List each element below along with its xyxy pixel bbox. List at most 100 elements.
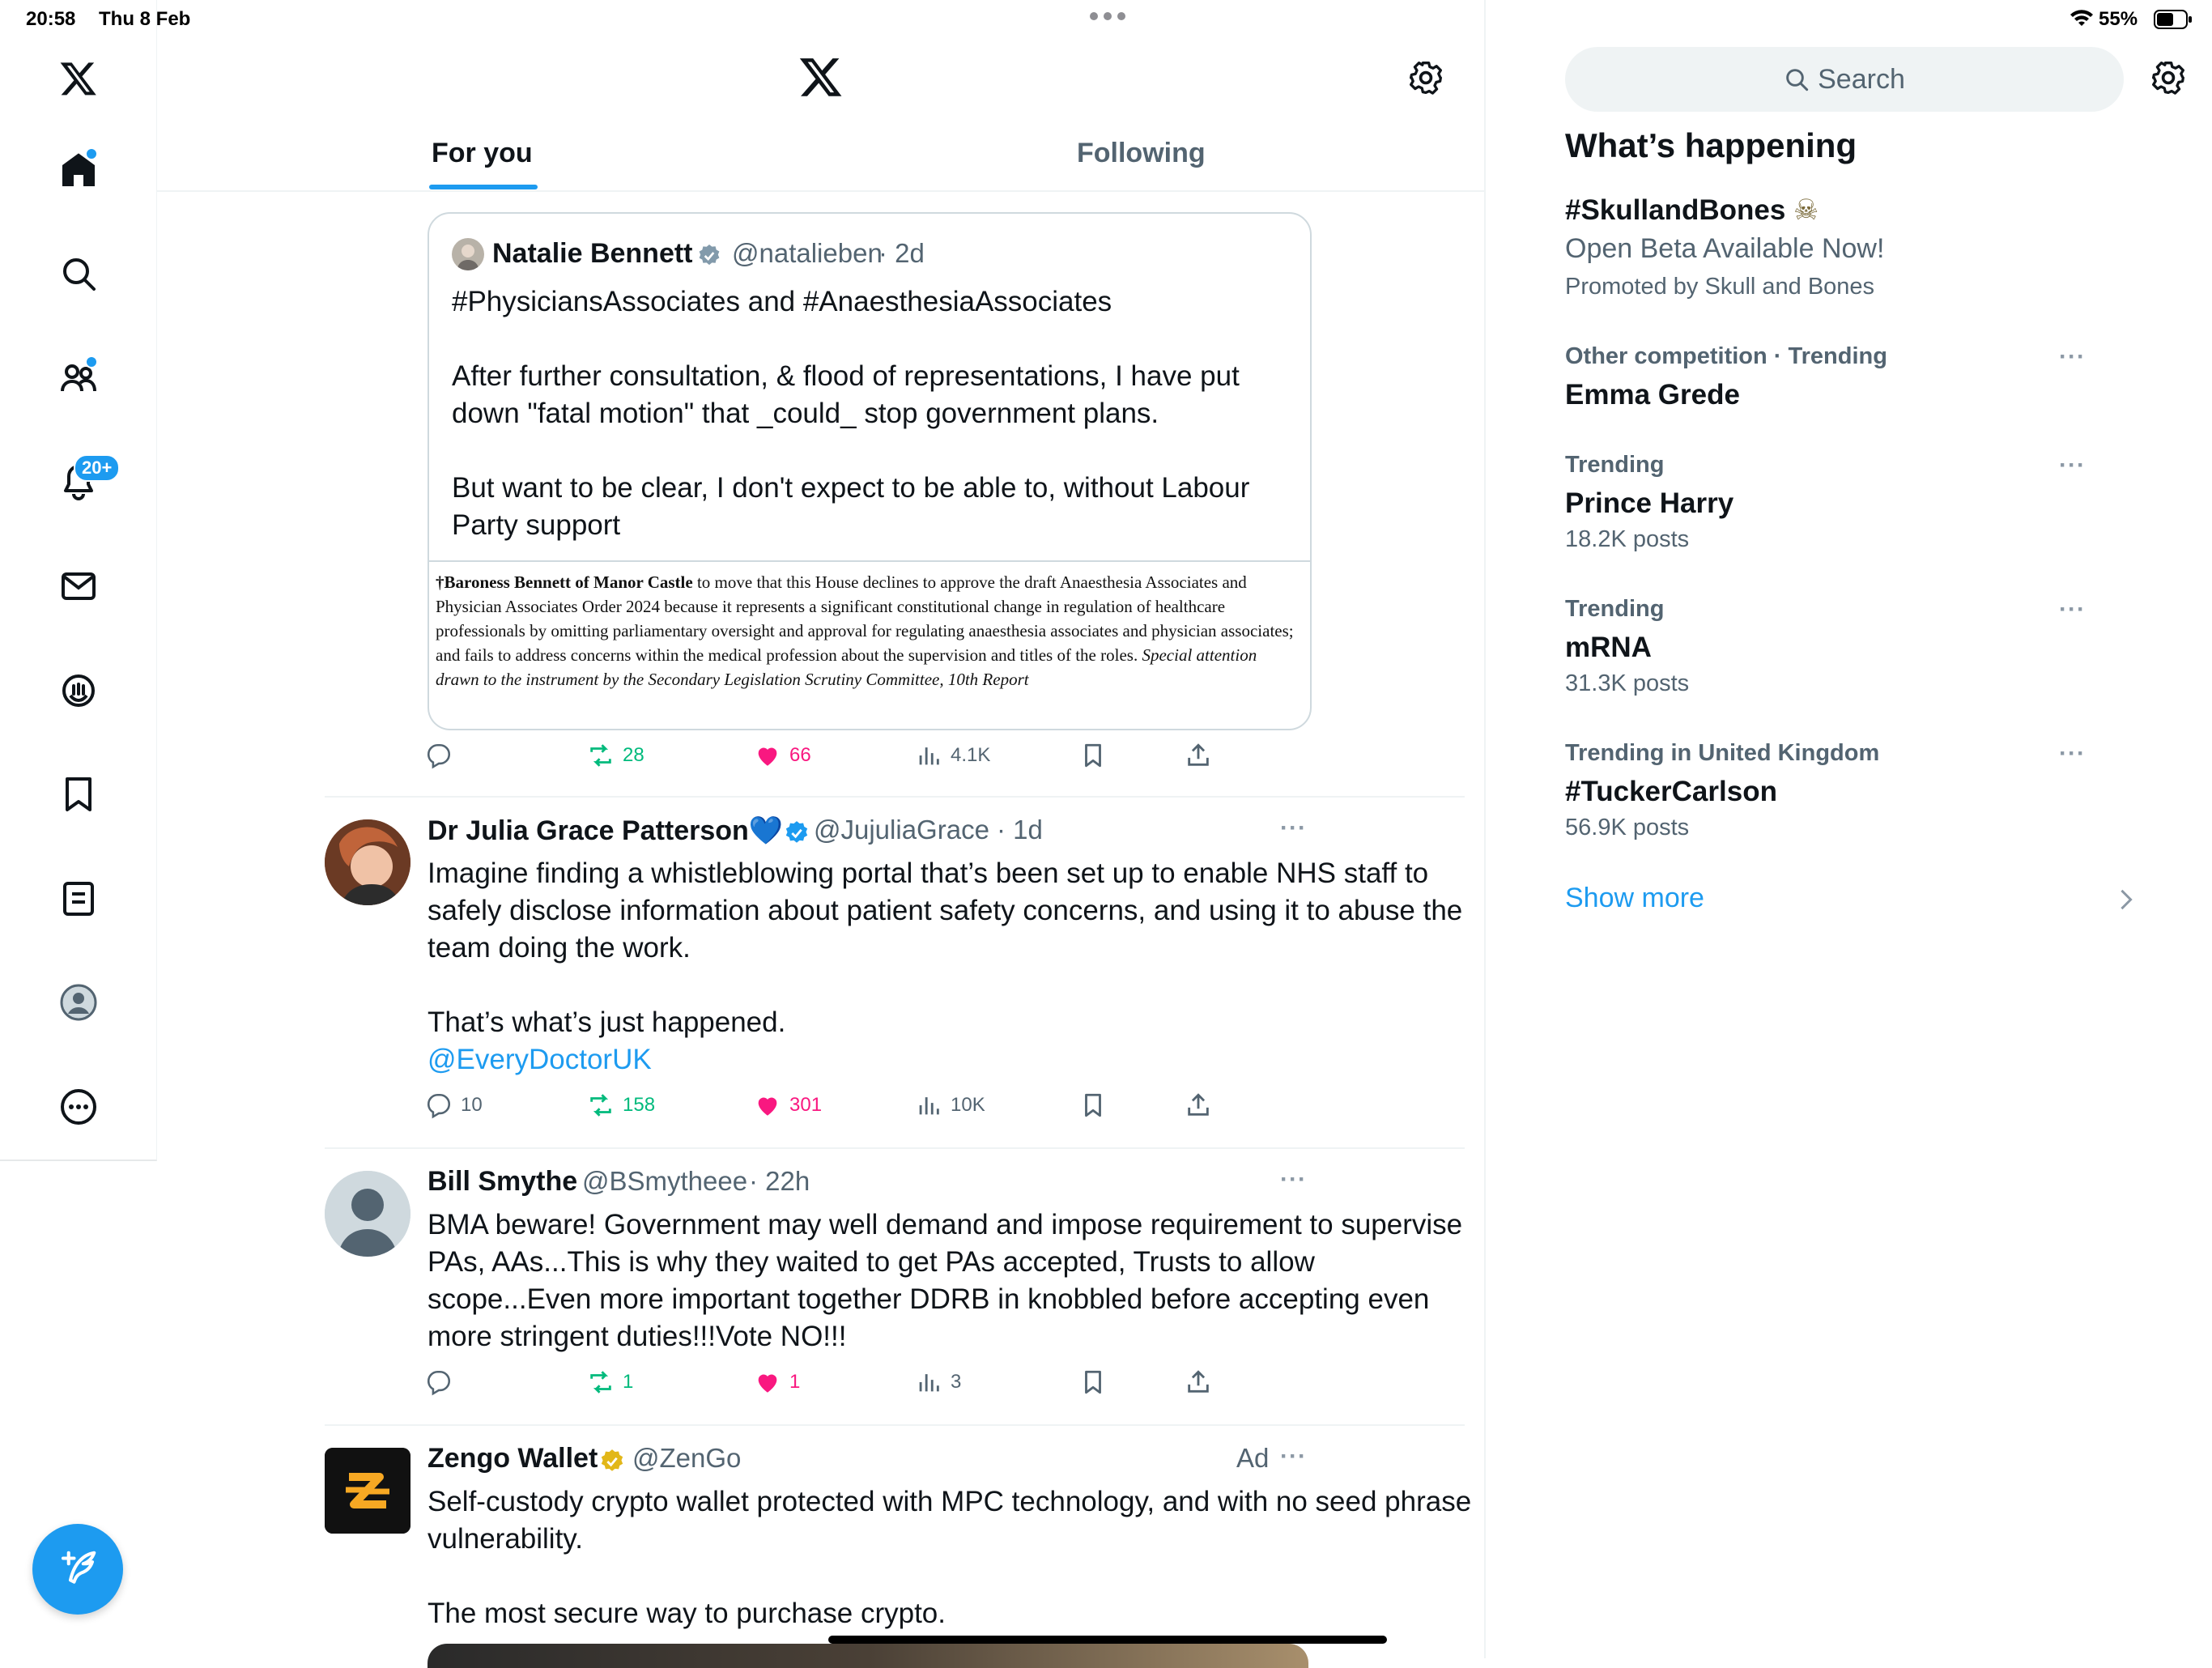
compose-post-button[interactable]	[32, 1524, 123, 1615]
lists-icon[interactable]	[54, 874, 103, 923]
tweet-divider	[325, 1147, 1465, 1149]
tweet-text: BMA beware! Government may well demand a…	[428, 1209, 1463, 1352]
skull-crossbones-icon: ☠	[1793, 194, 1819, 226]
ad-media-preview[interactable]	[428, 1644, 1308, 1668]
tweet-author-handle[interactable]: @JujuliaGrace	[814, 815, 989, 845]
verified-blue-icon	[783, 819, 810, 847]
reply-button[interactable]	[425, 742, 461, 769]
bookmark-button[interactable]	[1079, 742, 1115, 769]
like-button[interactable]: 66	[754, 742, 811, 769]
quoted-tweet-time[interactable]: · 2d	[878, 238, 925, 269]
natalie-bennett-avatar[interactable]	[452, 238, 484, 270]
views-button[interactable]: 4.1K	[915, 742, 990, 769]
reply-button[interactable]: 10	[425, 1091, 483, 1119]
tweet-author-handle[interactable]: @ZenGo	[632, 1443, 741, 1474]
tweet-author-name[interactable]: Bill Smythe	[428, 1166, 577, 1198]
repost-button[interactable]: 28	[587, 742, 644, 769]
notifications-badge: 20+	[74, 454, 121, 482]
like-button[interactable]: 301	[754, 1091, 822, 1119]
quoted-author-handle[interactable]: @natalieben	[732, 238, 883, 269]
views-chart-icon	[919, 1374, 939, 1392]
image-text-bold: †Baroness Bennett of Manor Castle	[436, 572, 693, 592]
share-button[interactable]	[1185, 1368, 1220, 1396]
profile-icon[interactable]	[54, 978, 103, 1027]
trend-more-options-icon[interactable]: ···	[2059, 452, 2086, 479]
heart-filled-icon	[758, 1097, 777, 1116]
explore-settings-icon[interactable]	[2150, 60, 2186, 96]
quoted-tweet-image[interactable]: †Baroness Bennett of Manor Castle to mov…	[436, 570, 1297, 691]
main-timeline: For you Following Natalie Bennett @natal…	[156, 0, 1486, 1668]
messages-icon[interactable]	[54, 562, 103, 611]
tweet-author-name[interactable]: Zengo Wallet	[428, 1443, 598, 1474]
bookmarks-icon[interactable]	[54, 770, 103, 819]
promoted-trend[interactable]: #SkullandBones ☠ Open Beta Available Now…	[1565, 194, 2132, 308]
repost-icon	[590, 1094, 611, 1117]
bookmark-icon	[1085, 1093, 1101, 1117]
quoted-author-name[interactable]: Natalie Bennett	[492, 238, 693, 270]
wifi-icon	[2069, 10, 2094, 28]
notifications-icon[interactable]: 20+	[54, 454, 121, 507]
promoted-subtitle: Open Beta Available Now!	[1565, 233, 1885, 264]
home-icon[interactable]	[54, 146, 103, 194]
views-button[interactable]: 3	[915, 1368, 961, 1396]
tweet-more-options-icon[interactable]: ···	[1280, 1443, 1307, 1470]
repost-icon	[590, 1371, 611, 1394]
tweet-more-options-icon[interactable]: ···	[1280, 815, 1307, 842]
trend-more-options-icon[interactable]: ···	[2059, 343, 2086, 371]
timeline-settings-icon[interactable]	[1408, 60, 1444, 96]
verified-gold-icon	[598, 1448, 626, 1475]
quoted-tweet-card[interactable]: Natalie Bennett @natalieben · 2d #Physic…	[428, 212, 1312, 730]
repost-button[interactable]: 1	[587, 1368, 633, 1396]
search-placeholder: Search	[1818, 63, 1905, 95]
ad-label: Ad	[1236, 1443, 1270, 1473]
share-icon	[1188, 743, 1209, 766]
bill-smythe-avatar[interactable]	[325, 1171, 410, 1257]
whats-happening-title: What’s happening	[1565, 126, 1857, 164]
tweet-author-handle[interactable]: @BSmytheee	[582, 1166, 747, 1197]
tweet-text: Imagine finding a whistleblowing portal …	[428, 857, 1463, 1038]
share-button[interactable]	[1185, 742, 1220, 769]
header-divider	[156, 190, 1484, 192]
trend-item[interactable]: Trending in United Kingdom #TuckerCarlso…	[1565, 740, 2132, 845]
search-input[interactable]: Search	[1565, 47, 2124, 112]
trend-item[interactable]: Other competition · Trending Emma Grede …	[1565, 343, 2132, 424]
x-logo-icon[interactable]	[54, 54, 103, 103]
tweet-text: Self-custody crypto wallet protected wit…	[428, 1486, 1472, 1629]
mention-link[interactable]: @EveryDoctorUK	[428, 1041, 652, 1079]
verified-gray-icon	[696, 243, 722, 269]
heart-filled-icon	[758, 1374, 777, 1393]
active-tab-indicator	[429, 185, 538, 189]
promoted-by-label: Promoted by Skull and Bones	[1565, 274, 1875, 300]
search-icon	[1786, 69, 1809, 91]
share-icon	[1188, 1093, 1209, 1116]
repost-button[interactable]: 158	[587, 1091, 655, 1119]
tweet-more-options-icon[interactable]: ···	[1280, 1166, 1307, 1194]
tab-following[interactable]: Following	[1077, 138, 1206, 169]
communities-icon[interactable]	[54, 354, 103, 402]
julia-patterson-avatar[interactable]	[325, 819, 410, 905]
share-button[interactable]	[1185, 1091, 1220, 1119]
search-icon[interactable]	[54, 249, 103, 298]
grok-icon[interactable]	[54, 666, 103, 715]
x-header-logo-icon[interactable]	[798, 54, 844, 100]
more-icon[interactable]	[54, 1083, 103, 1131]
reply-button[interactable]	[425, 1368, 461, 1396]
tweet-time[interactable]: · 22h	[749, 1166, 810, 1197]
trend-more-options-icon[interactable]: ···	[2059, 596, 2086, 623]
show-more-link[interactable]: Show more	[1565, 883, 1704, 914]
tweet-author-name[interactable]: Dr Julia Grace Patterson💙	[428, 815, 783, 847]
heart-filled-icon	[758, 747, 777, 766]
bookmark-button[interactable]	[1079, 1091, 1115, 1119]
tweet-time[interactable]: · 1d	[997, 815, 1043, 845]
home-indicator[interactable]	[828, 1636, 1387, 1644]
like-button[interactable]: 1	[754, 1368, 800, 1396]
compose-icon	[61, 1551, 96, 1584]
tab-for-you[interactable]: For you	[432, 138, 533, 169]
chevron-right-icon[interactable]	[2118, 889, 2134, 910]
trend-item[interactable]: Trending Prince Harry 18.2K posts ···	[1565, 452, 2132, 557]
views-button[interactable]: 10K	[915, 1091, 985, 1119]
zengo-wallet-avatar[interactable]	[325, 1448, 410, 1534]
bookmark-button[interactable]	[1079, 1368, 1115, 1396]
trend-more-options-icon[interactable]: ···	[2059, 740, 2086, 768]
trend-item[interactable]: Trending mRNA 31.3K posts ···	[1565, 596, 2132, 701]
